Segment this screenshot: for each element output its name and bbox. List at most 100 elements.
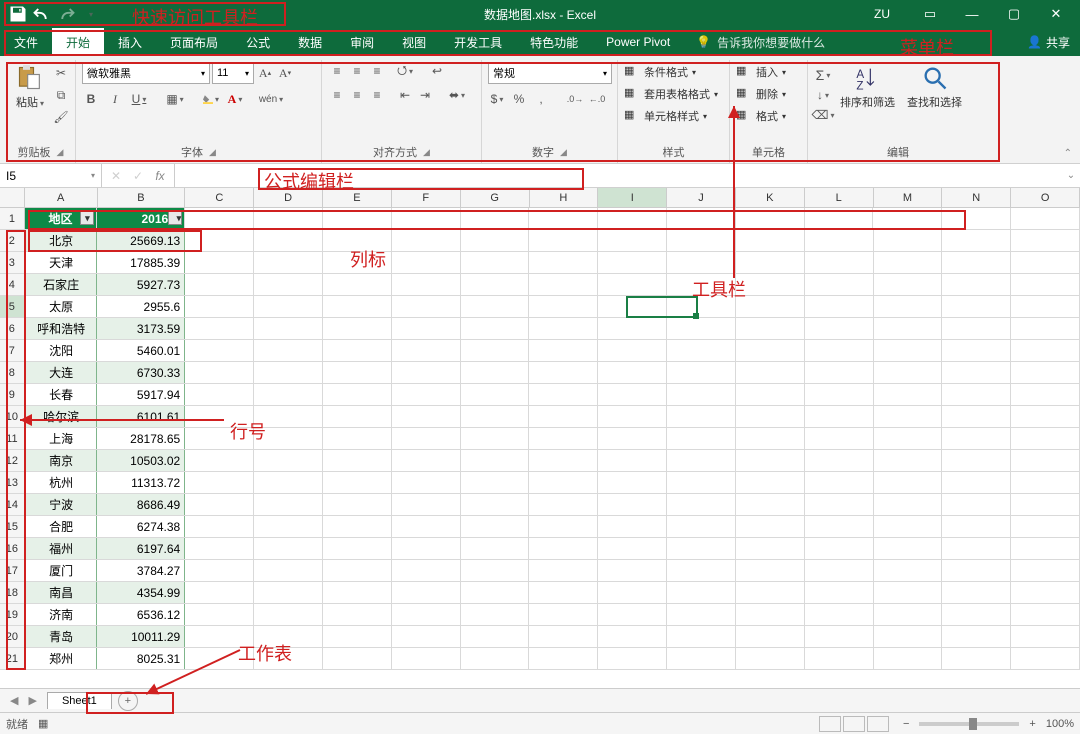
cell[interactable]: [598, 384, 667, 405]
cell[interactable]: 济南: [25, 604, 98, 625]
cell[interactable]: [942, 582, 1011, 603]
cell[interactable]: [254, 472, 323, 493]
cell[interactable]: [874, 406, 943, 427]
cell[interactable]: [529, 450, 598, 471]
cell[interactable]: [874, 604, 943, 625]
cell[interactable]: [942, 538, 1011, 559]
cell[interactable]: [323, 296, 392, 317]
row-header[interactable]: 12: [0, 450, 25, 471]
cell[interactable]: [598, 560, 667, 581]
view-normal-icon[interactable]: [819, 716, 841, 732]
cell[interactable]: [323, 208, 392, 229]
cell[interactable]: 8025.31: [97, 648, 185, 669]
row-header[interactable]: 16: [0, 538, 25, 559]
column-header-H[interactable]: H: [530, 188, 599, 207]
cell[interactable]: [805, 494, 874, 515]
cell[interactable]: [529, 428, 598, 449]
cell[interactable]: [461, 582, 530, 603]
cell[interactable]: [323, 648, 392, 669]
column-header-A[interactable]: A: [25, 188, 98, 207]
cell[interactable]: [529, 516, 598, 537]
row-header[interactable]: 3: [0, 252, 25, 273]
cell[interactable]: [736, 406, 805, 427]
cell[interactable]: [805, 582, 874, 603]
cell[interactable]: [461, 538, 530, 559]
align-top-icon[interactable]: ≡: [328, 62, 346, 80]
cell[interactable]: [736, 472, 805, 493]
cell[interactable]: [736, 296, 805, 317]
increase-indent-icon[interactable]: ⇥: [416, 86, 434, 104]
bold-button[interactable]: B: [82, 90, 100, 108]
cell[interactable]: [254, 384, 323, 405]
cell[interactable]: [529, 604, 598, 625]
cell[interactable]: [254, 538, 323, 559]
grid-body[interactable]: 1地区▾2016年▾2北京25669.133天津17885.394石家庄5927…: [0, 208, 1080, 688]
cell[interactable]: [805, 648, 874, 669]
cell[interactable]: [805, 560, 874, 581]
cell[interactable]: 宁波: [25, 494, 98, 515]
cell[interactable]: [942, 626, 1011, 647]
cell[interactable]: [254, 274, 323, 295]
cell[interactable]: [392, 604, 461, 625]
cell[interactable]: [942, 208, 1011, 229]
cell[interactable]: [598, 450, 667, 471]
cell[interactable]: [874, 318, 943, 339]
cell[interactable]: [667, 428, 736, 449]
column-header-I[interactable]: I: [598, 188, 667, 207]
tell-me[interactable]: 💡 告诉我你想要做什么: [696, 28, 825, 56]
cell[interactable]: [598, 340, 667, 361]
cell[interactable]: [805, 208, 874, 229]
cell[interactable]: [254, 494, 323, 515]
cell[interactable]: [736, 450, 805, 471]
cell[interactable]: [461, 362, 530, 383]
cell[interactable]: [392, 472, 461, 493]
cell[interactable]: [736, 340, 805, 361]
cell[interactable]: [529, 384, 598, 405]
cell[interactable]: 合肥: [25, 516, 98, 537]
cell[interactable]: [1011, 538, 1080, 559]
cell[interactable]: [1011, 296, 1080, 317]
enter-formula-icon[interactable]: ✓: [128, 169, 148, 183]
cut-icon[interactable]: ✂: [52, 64, 70, 82]
cell[interactable]: [254, 428, 323, 449]
row-header[interactable]: 10: [0, 406, 25, 427]
cell[interactable]: [1011, 340, 1080, 361]
cell[interactable]: [461, 604, 530, 625]
cell[interactable]: [529, 230, 598, 251]
cell[interactable]: [461, 428, 530, 449]
cell[interactable]: [736, 494, 805, 515]
cell[interactable]: [254, 296, 323, 317]
column-header-J[interactable]: J: [667, 188, 736, 207]
cell[interactable]: [461, 450, 530, 471]
cell[interactable]: [254, 626, 323, 647]
cell[interactable]: [185, 428, 254, 449]
cell[interactable]: 地区▾: [25, 208, 98, 229]
close-icon[interactable]: ✕: [1036, 0, 1076, 28]
cell[interactable]: [805, 384, 874, 405]
cell[interactable]: [736, 604, 805, 625]
cell[interactable]: [805, 406, 874, 427]
cell[interactable]: [254, 208, 323, 229]
cell[interactable]: [254, 582, 323, 603]
cell[interactable]: [461, 252, 530, 273]
cell[interactable]: [874, 494, 943, 515]
cell[interactable]: 3173.59: [97, 318, 185, 339]
cell[interactable]: [598, 494, 667, 515]
cell[interactable]: [942, 428, 1011, 449]
cell[interactable]: [529, 208, 598, 229]
comma-format-icon[interactable]: ,: [532, 90, 550, 108]
cell[interactable]: 4354.99: [97, 582, 185, 603]
italic-button[interactable]: I: [106, 90, 124, 108]
cell[interactable]: [254, 450, 323, 471]
cell[interactable]: [942, 252, 1011, 273]
cell[interactable]: [185, 560, 254, 581]
cell[interactable]: 6101.61: [97, 406, 185, 427]
cell[interactable]: [529, 340, 598, 361]
cell[interactable]: [598, 318, 667, 339]
cell[interactable]: [805, 296, 874, 317]
insert-cells-button[interactable]: ▦插入▾: [736, 62, 786, 82]
cell[interactable]: [667, 648, 736, 669]
cell[interactable]: [529, 406, 598, 427]
zoom-in-button[interactable]: +: [1029, 718, 1035, 730]
font-color-icon[interactable]: A: [226, 90, 244, 108]
